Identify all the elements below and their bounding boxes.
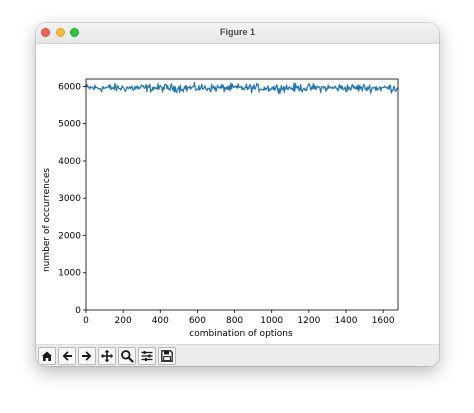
- y-tick-label: 1000: [58, 269, 81, 279]
- x-tick-label: 200: [115, 316, 132, 326]
- forward-button[interactable]: [78, 347, 96, 365]
- x-tick-label: 1200: [297, 316, 320, 326]
- x-tick-label: 600: [189, 316, 206, 326]
- configure-subplots-icon: [141, 351, 153, 361]
- window-title: Figure 1: [219, 27, 255, 37]
- pan-button[interactable]: [98, 347, 116, 365]
- configure-subplots-button[interactable]: [138, 347, 156, 365]
- forward-arrow-icon: [82, 351, 92, 361]
- figure-canvas[interactable]: 0 200 400 600 800 1000 1200 1400 1600 0 1000 2000 30…: [36, 44, 439, 344]
- y-tick-label: 3000: [58, 194, 81, 204]
- navigation-toolbar: [36, 344, 439, 366]
- x-tick-label: 1600: [372, 316, 395, 326]
- y-tick-label: 0: [75, 306, 81, 316]
- line-chart: 0 200 400 600 800 1000 1200 1400 1600 0 1000 2000 30…: [42, 78, 399, 339]
- back-arrow-icon: [62, 351, 72, 361]
- save-button[interactable]: [158, 347, 176, 365]
- y-tick-label: 2000: [58, 231, 81, 241]
- title-bar[interactable]: Figure 1: [36, 23, 439, 44]
- save-icon: [161, 350, 173, 362]
- figure-window: Figure 1 0 200 400 600 800 1000 1200 1400 1600 0 1…: [36, 23, 439, 366]
- x-tick-label: 400: [152, 316, 169, 326]
- x-tick-label: 0: [83, 316, 89, 326]
- pan-icon: [100, 349, 114, 363]
- home-icon: [42, 351, 52, 361]
- x-tick-label: 800: [226, 316, 243, 326]
- y-tick-label: 5000: [58, 120, 81, 130]
- back-button[interactable]: [58, 347, 76, 365]
- zoom-icon: [121, 350, 134, 363]
- home-button[interactable]: [38, 347, 56, 365]
- zoom-to-rect-button[interactable]: [118, 347, 136, 365]
- y-axis-label: number of occurrences: [42, 168, 52, 272]
- plot-area: [86, 79, 398, 310]
- x-axis-label: combination of options: [189, 329, 293, 339]
- y-tick-label: 6000: [58, 82, 81, 92]
- y-tick-label: 4000: [58, 157, 81, 167]
- x-tick-label: 1000: [260, 316, 283, 326]
- x-tick-label: 1400: [335, 316, 358, 326]
